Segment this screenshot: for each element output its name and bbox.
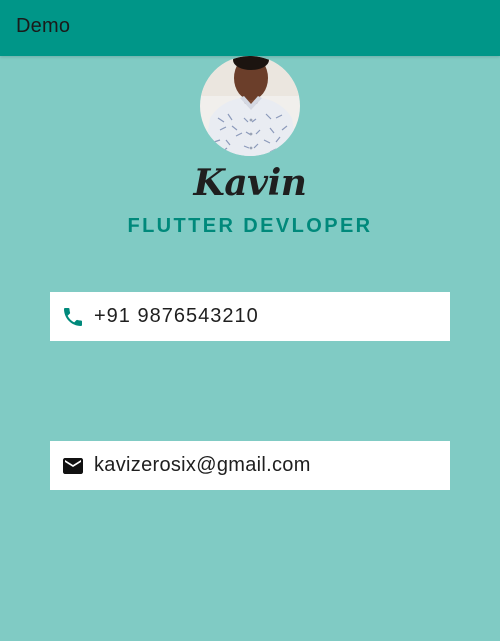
app-bar: Demo (0, 0, 500, 56)
avatar (200, 56, 300, 156)
profile-role: FLUTTER DEVLOPER (127, 215, 373, 237)
app-bar-title: Demo (16, 15, 71, 37)
phone-card[interactable]: +91 9876543210 (50, 292, 450, 341)
email-icon (61, 454, 85, 478)
phone-icon (61, 305, 85, 329)
email-card[interactable]: kavizerosix@gmail.com (50, 441, 450, 490)
profile-name: Kavin (193, 162, 307, 204)
email-address: kavizerosix@gmail.com (94, 454, 311, 476)
phone-number: +91 9876543210 (94, 305, 259, 327)
